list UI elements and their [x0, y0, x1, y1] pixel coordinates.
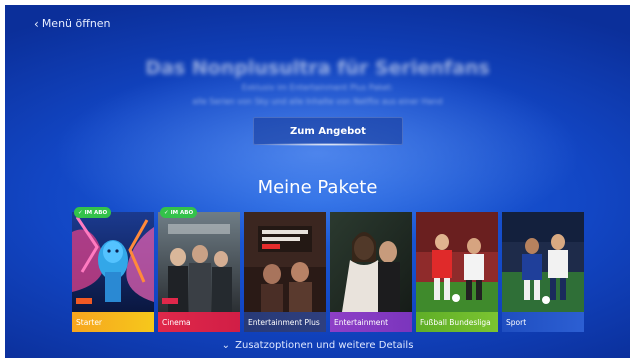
subscribed-badge-label: IM ABO: [170, 209, 194, 216]
package-label: Starter: [72, 312, 154, 332]
package-artwork: [416, 212, 498, 312]
package-label: Sport: [502, 312, 584, 332]
package-card-sport[interactable]: Sport: [502, 212, 584, 332]
subscribed-badge: ✓ IM ABO: [160, 207, 198, 218]
more-details-label: Zusatzoptionen und weitere Details: [235, 340, 414, 351]
package-label: Fußball Bundesliga: [416, 312, 498, 332]
hero-subtitle: Exklusiv im Entertainment Plus Paket:: [241, 83, 394, 92]
focus-glow: [253, 143, 403, 146]
open-menu-label: Menü öffnen: [41, 17, 111, 30]
package-artwork: [158, 212, 240, 312]
chevron-down-icon: ⌄: [221, 340, 230, 351]
package-card-cinema[interactable]: ✓ IM ABO Cinema: [158, 207, 240, 332]
package-label: Entertainment Plus: [244, 312, 326, 332]
package-list: ✓ IM ABO Starter ✓ IM ABO Cinema Enterta…: [72, 207, 584, 332]
package-artwork: [244, 212, 326, 312]
package-card-fussball-bundesliga[interactable]: Fußball Bundesliga: [416, 212, 498, 332]
subscribed-badge: ✓ IM ABO: [74, 207, 112, 218]
chevron-left-icon: ‹: [34, 16, 39, 31]
subscribed-badge-label: IM ABO: [84, 209, 108, 216]
packages-title: Meine Pakete: [257, 177, 378, 198]
package-label: Cinema: [158, 312, 240, 332]
more-details-link[interactable]: ⌄ Zusatzoptionen und weitere Details: [5, 340, 630, 351]
package-artwork: [330, 212, 412, 312]
hero-title: Das Nonplusultra für Serienfans: [145, 57, 490, 79]
offer-button-label: Zum Angebot: [290, 125, 366, 137]
package-label: Entertainment: [330, 312, 412, 332]
package-card-starter[interactable]: ✓ IM ABO Starter: [72, 207, 154, 332]
package-card-entertainment[interactable]: Entertainment: [330, 212, 412, 332]
check-icon: ✓: [78, 209, 83, 216]
hero-description: alle Serien von Sky und alle Inhalte von…: [192, 97, 443, 106]
package-artwork: [72, 212, 154, 312]
open-menu-button[interactable]: ‹ Menü öffnen: [34, 17, 111, 30]
package-artwork: [502, 212, 584, 312]
tv-screen: ‹ Menü öffnen Das Nonplusultra für Serie…: [5, 5, 630, 358]
check-icon: ✓: [164, 209, 169, 216]
offer-button[interactable]: Zum Angebot: [253, 117, 403, 145]
package-card-entertainment-plus[interactable]: Entertainment Plus: [244, 212, 326, 332]
